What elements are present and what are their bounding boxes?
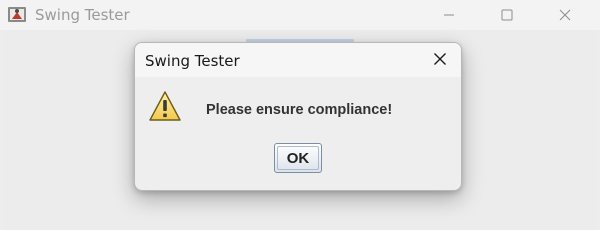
minimize-icon (443, 6, 455, 25)
java-cup-icon (7, 5, 27, 23)
dialog-title: Swing Tester (145, 52, 240, 70)
close-icon (433, 51, 447, 70)
dialog-message: Please ensure compliance! (206, 102, 393, 118)
minimize-button[interactable] (426, 0, 472, 30)
dialog-titlebar[interactable]: Swing Tester (135, 43, 461, 77)
maximize-icon (501, 6, 513, 25)
ok-button-label: OK (277, 146, 319, 170)
main-window-title: Swing Tester (35, 6, 130, 24)
main-titlebar[interactable]: Swing Tester (0, 0, 600, 30)
warning-icon (148, 90, 182, 123)
maximize-button[interactable] (484, 0, 530, 30)
dialog-close-button[interactable] (425, 46, 455, 74)
warning-dialog: Swing Tester Please ensure compliance! O… (134, 42, 462, 191)
ok-button[interactable]: OK (274, 143, 322, 173)
close-icon (559, 6, 571, 25)
close-window-button[interactable] (542, 0, 588, 30)
